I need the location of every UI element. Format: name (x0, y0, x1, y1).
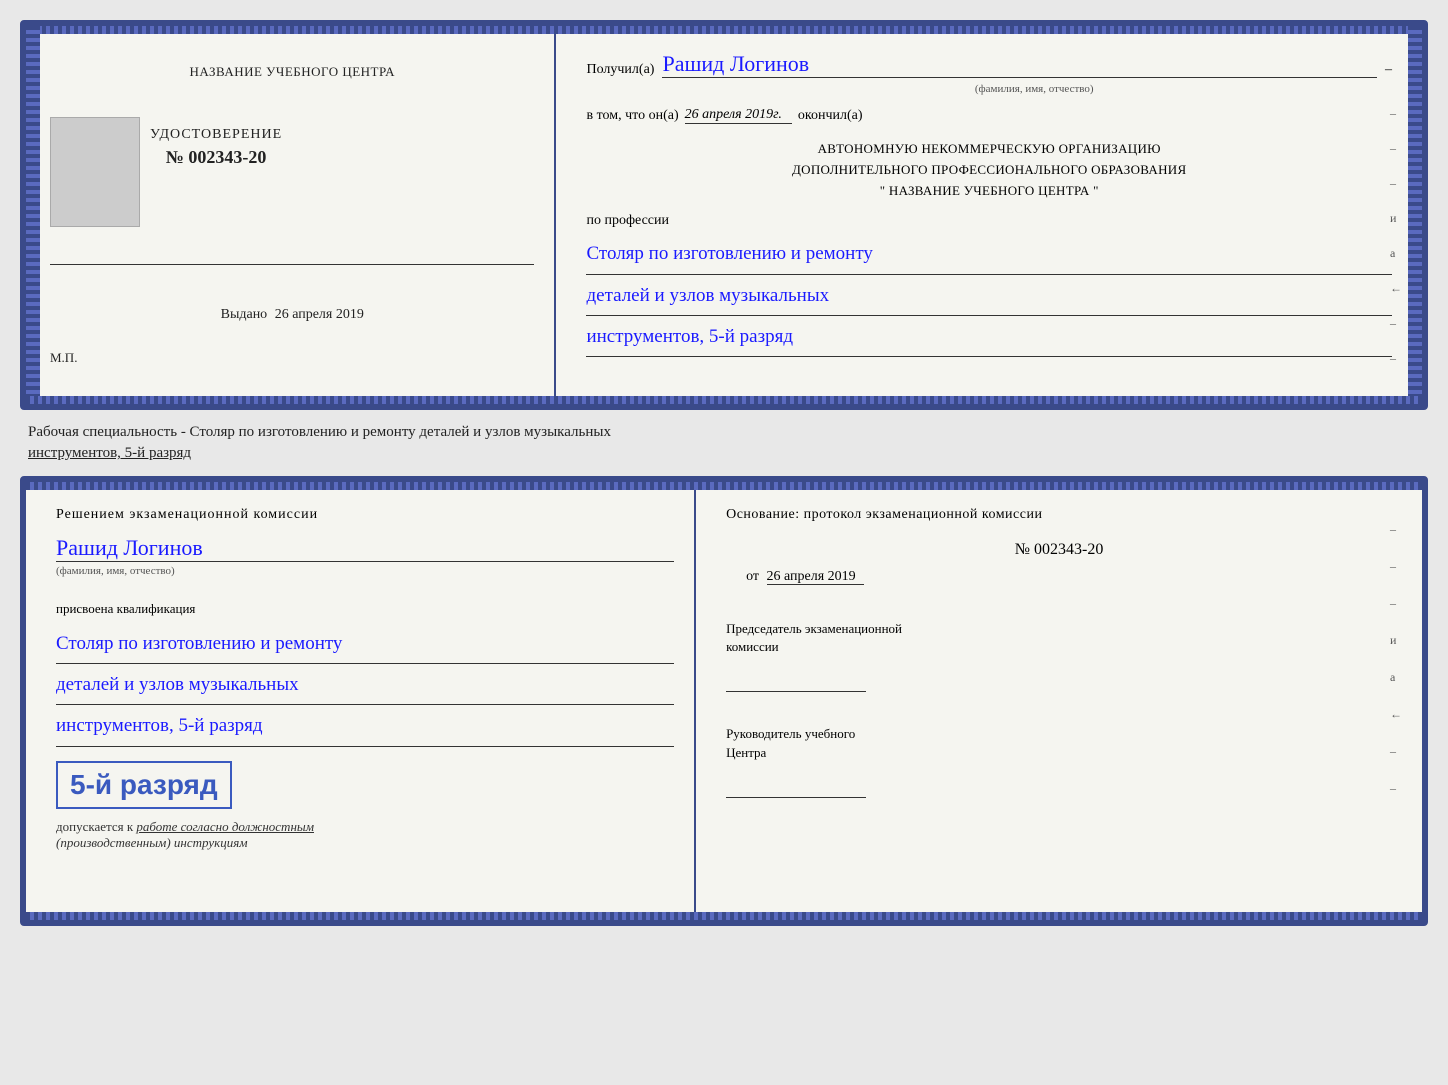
cert-title: УДОСТОВЕРЕНИЕ (150, 127, 282, 143)
допуск-value2: (производственным) инструкциям (56, 835, 248, 850)
допуск-label: допускается к (56, 819, 133, 834)
profession-value-top: Столяр по изготовлению и ремонту деталей… (586, 237, 1392, 361)
rank-box: 5-й разряд (56, 761, 232, 809)
profession-value-bottom: Столяр по изготовлению и ремонту деталей… (56, 627, 674, 751)
date-from-block: от 26 апреля 2019 (746, 569, 1392, 585)
right-decorative-strip (1408, 26, 1422, 404)
bottom-certificate-card: Решением экзаменационной комиссии Рашид … (20, 476, 1428, 926)
decision-title: Решением экзаменационной комиссии (56, 507, 674, 523)
bottom-profession-line1: Столяр по изготовлению и ремонту (56, 627, 674, 664)
chairman-sig-line (726, 674, 866, 692)
допуск-text: допускается к работе согласно должностны… (56, 819, 674, 851)
profession-line3: инструментов, 5-й разряд (586, 320, 1392, 357)
допуск-value: работе согласно должностным (136, 819, 314, 834)
bottom-left-panel: Решением экзаменационной комиссии Рашид … (26, 482, 696, 920)
date-value-top: 26 апреля 2019г. (685, 107, 792, 124)
finished-label: окончил(а) (798, 108, 863, 124)
rank-text: 5-й разряд (70, 769, 218, 801)
profession-label: по профессии (586, 213, 1392, 229)
recipient-name: Рашид Логинов (662, 51, 1377, 78)
cert-right-panel: Получил(а) Рашид Логинов – (фамилия, имя… (556, 26, 1422, 404)
chairman-block: Председатель экзаменационной комиссии (726, 620, 1392, 710)
director-title: Руководитель учебного Центра (726, 725, 1392, 761)
bottom-profession-line2: деталей и узлов музыкальных (56, 668, 674, 705)
org-line1: АВТОНОМНУЮ НЕКОММЕРЧЕСКУЮ ОРГАНИЗАЦИЮ (586, 139, 1392, 160)
date-from-label: от (746, 569, 759, 584)
top-certificate-card: НАЗВАНИЕ УЧЕБНОГО ЦЕНТРА УДОСТОВЕРЕНИЕ №… (20, 20, 1428, 410)
specialty-text2: инструментов, 5-й разряд (28, 445, 191, 461)
basis-text: Основание: протокол экзаменационной коми… (726, 507, 1392, 523)
issued-label: Выдано (221, 307, 268, 322)
left-decorative-strip (26, 26, 40, 404)
fio-hint-bottom: (фамилия, имя, отчество) (56, 565, 674, 577)
recipient-line: Получил(а) Рашид Логинов – (586, 51, 1392, 78)
director-block: Руководитель учебного Центра (726, 725, 1392, 815)
bottom-right-decorative-marks: – – – и а ← – – (1390, 522, 1402, 796)
page-wrapper: НАЗВАНИЕ УЧЕБНОГО ЦЕНТРА УДОСТОВЕРЕНИЕ №… (10, 10, 1438, 936)
cert-number: № 002343-20 (150, 147, 282, 168)
cert-issued-date: Выдано 26 апреля 2019 (221, 307, 364, 323)
right-decorative-marks: – – – и а ← – – (1390, 106, 1402, 366)
cert-photo-placeholder (50, 117, 140, 227)
specialty-text1: Рабочая специальность - Столяр по изгото… (28, 424, 611, 440)
fio-hint-top: (фамилия, имя, отчество) (676, 83, 1392, 95)
org-block-top: АВТОНОМНУЮ НЕКОММЕРЧЕСКУЮ ОРГАНИЗАЦИЮ ДО… (586, 139, 1392, 201)
date-from-value: 26 апреля 2019 (767, 569, 864, 585)
date-line-top: в том, что он(а) 26 апреля 2019г. окончи… (586, 107, 1392, 124)
protocol-number: № 002343-20 (726, 541, 1392, 559)
recipient-dash: – (1385, 62, 1392, 78)
chairman-title: Председатель экзаменационной комиссии (726, 620, 1392, 656)
assigned-text: присвоена квалификация (56, 601, 674, 617)
issued-date-value: 26 апреля 2019 (275, 307, 364, 322)
cert-left-panel: НАЗВАНИЕ УЧЕБНОГО ЦЕНТРА УДОСТОВЕРЕНИЕ №… (26, 26, 556, 404)
received-label: Получил(а) (586, 62, 654, 78)
mp-label: М.П. (50, 350, 77, 366)
bottom-profession-line3: инструментов, 5-й разряд (56, 709, 674, 746)
org-line3: " НАЗВАНИЕ УЧЕБНОГО ЦЕНТРА " (586, 181, 1392, 202)
decision-person-name: Рашид Логинов (56, 535, 674, 562)
org-title-top: НАЗВАНИЕ УЧЕБНОГО ЦЕНТРА (190, 64, 395, 80)
date-intro: в том, что он(а) (586, 108, 678, 124)
profession-line1: Столяр по изготовлению и ремонту (586, 237, 1392, 274)
profession-line2: деталей и узлов музыкальных (586, 279, 1392, 316)
bottom-right-panel: Основание: протокол экзаменационной коми… (696, 482, 1422, 920)
org-line2: ДОПОЛНИТЕЛЬНОГО ПРОФЕССИОНАЛЬНОГО ОБРАЗО… (586, 160, 1392, 181)
specialty-label: Рабочая специальность - Столяр по изгото… (20, 418, 1428, 468)
director-sig-line (726, 780, 866, 798)
cert-title-block: УДОСТОВЕРЕНИЕ № 002343-20 (150, 127, 282, 168)
